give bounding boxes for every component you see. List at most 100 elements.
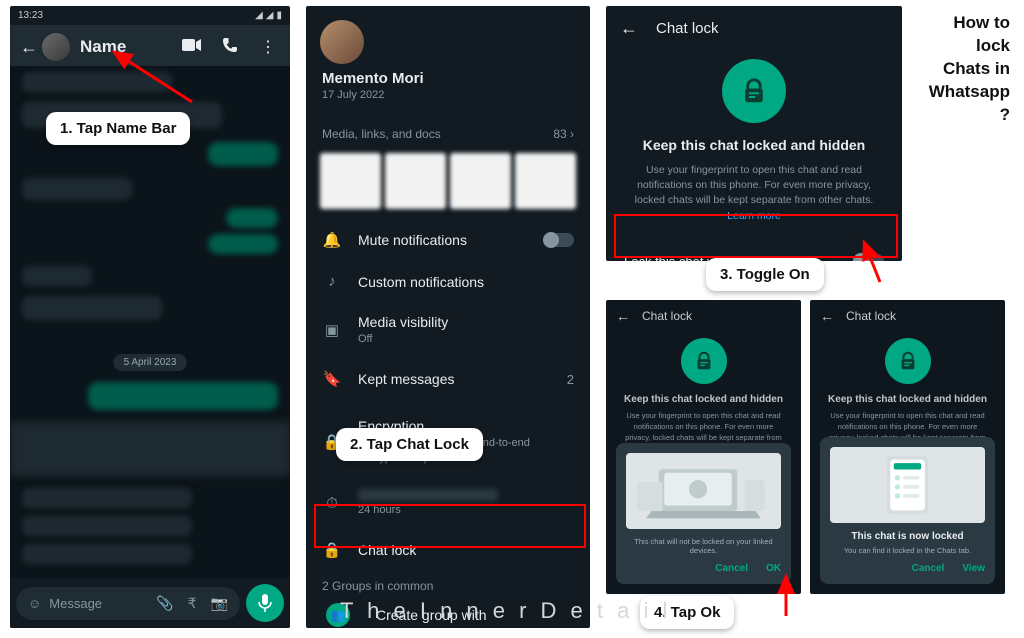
groups-header: 2 Groups in common	[306, 571, 590, 597]
message-input-row: ☺ Message 📎 ₹ 📷	[10, 578, 290, 628]
screen1-chat: 13:23 ◢◢▮ ← Name ⋮ 5 April 2023	[10, 6, 290, 628]
screen3-chatlock: ← Chat lock Keep this chat locked and hi…	[606, 6, 902, 261]
media-label: Media, links, and docs	[322, 127, 441, 141]
voice-call-icon[interactable]	[218, 37, 242, 58]
chatlock-heading: Keep this chat locked and hidden	[622, 137, 886, 153]
chatlock-header: ← Chat lock	[606, 6, 902, 51]
custom-label: Custom notifications	[358, 274, 574, 290]
back-icon[interactable]: ←	[620, 18, 638, 39]
disappearing-sublabel: 24 hours	[358, 503, 574, 517]
padlock-icon: 🔒	[322, 541, 342, 559]
mute-label: Mute notifications	[358, 232, 528, 248]
title-line: How to	[929, 12, 1010, 35]
disappearing-row[interactable]: ⏱ 24 hours	[306, 477, 590, 529]
attach-icon[interactable]: 📎	[156, 595, 173, 612]
mic-button[interactable]	[246, 584, 284, 622]
fingerprint-toggle[interactable]	[854, 254, 884, 261]
screen4b-dialog: ← Chat lock Keep this chat locked and hi…	[810, 300, 1005, 594]
avatar[interactable]	[320, 20, 364, 64]
step2-pill: 2. Tap Chat Lock	[336, 428, 483, 461]
profile-date: 17 July 2022	[306, 89, 590, 115]
mute-toggle[interactable]	[544, 233, 574, 247]
media-count: 83 ›	[553, 127, 574, 141]
dialog-title: This chat is now locked	[830, 531, 985, 542]
cancel-button[interactable]: Cancel	[912, 563, 945, 574]
back-icon[interactable]: ←	[616, 308, 630, 324]
media-grid[interactable]	[320, 153, 576, 209]
dialog-illustration	[830, 447, 985, 523]
image-icon: ▣	[322, 321, 342, 339]
back-icon[interactable]: ←	[20, 37, 38, 58]
kept-label: Kept messages	[358, 371, 551, 387]
media-visibility-row[interactable]: ▣ Media visibility Off	[306, 302, 590, 358]
step1-pill: 1. Tap Name Bar	[46, 112, 190, 145]
media-thumb[interactable]	[515, 153, 576, 209]
date-chip: 5 April 2023	[114, 354, 187, 371]
lock-badge-icon	[722, 59, 786, 123]
bell-icon: 🔔	[322, 231, 342, 249]
screen4a-dialog: ← Chat lock Keep this chat locked and hi…	[606, 300, 801, 594]
screen2-contact-info: Memento Mori 17 July 2022 Media, links, …	[306, 6, 590, 628]
message-placeholder: Message	[49, 596, 102, 611]
chat-header[interactable]: ← Name ⋮	[10, 25, 290, 69]
media-section-header[interactable]: Media, links, and docs 83 ›	[306, 115, 590, 153]
ok-button[interactable]: OK	[766, 563, 781, 574]
media-thumb[interactable]	[385, 153, 446, 209]
dialog-sub: You can find it locked in the Chats tab.	[830, 546, 985, 555]
kept-messages-row[interactable]: 🔖 Kept messages 2	[306, 358, 590, 400]
lock-badge-icon	[681, 338, 727, 384]
chat-lock-row[interactable]: 🔒 Chat lock	[306, 529, 590, 571]
chatlock-title: Chat lock	[846, 309, 896, 323]
title-line: Whatsapp	[929, 81, 1010, 104]
title-line: lock	[929, 35, 1010, 58]
dialog-illustration	[626, 453, 781, 529]
profile-header	[306, 6, 590, 70]
custom-notif-row[interactable]: ♪ Custom notifications	[306, 261, 590, 302]
chatlock-header: ← Chat lock	[606, 300, 801, 332]
status-time: 13:23	[18, 10, 43, 21]
tutorial-canvas: How to lock Chats in Whatsapp ? 13:23 ◢◢…	[0, 0, 1024, 638]
note-icon: ♪	[322, 273, 342, 290]
contact-name[interactable]: Name	[80, 37, 166, 57]
timer-icon: ⏱	[322, 495, 342, 512]
chatlock-heading: Keep this chat locked and hidden	[616, 394, 791, 405]
message-input[interactable]: ☺ Message 📎 ₹ 📷	[16, 587, 240, 620]
media-vis-sublabel: Off	[358, 332, 574, 346]
emoji-icon[interactable]: ☺	[28, 596, 41, 611]
lock-badge-icon	[885, 338, 931, 384]
disappearing-label	[358, 489, 498, 501]
chatlock-description: Use your fingerprint to open this chat a…	[628, 163, 880, 224]
chatlock-header: ← Chat lock	[810, 300, 1005, 332]
locked-confirmation-dialog: This chat is now locked You can find it …	[820, 437, 995, 584]
groups-label: 2 Groups in common	[322, 579, 433, 593]
media-thumb[interactable]	[450, 153, 511, 209]
bookmark-icon: 🔖	[322, 370, 342, 388]
kept-count: 2	[567, 372, 574, 387]
media-thumb[interactable]	[320, 153, 381, 209]
learn-more-link[interactable]: Learn more	[727, 210, 781, 222]
dialog-sub: This chat will not be locked on your lin…	[626, 537, 781, 555]
status-bar: 13:23 ◢◢▮	[10, 6, 290, 25]
more-icon[interactable]: ⋮	[256, 37, 280, 57]
cancel-button[interactable]: Cancel	[715, 563, 748, 574]
chatlock-label: Chat lock	[358, 542, 574, 558]
media-vis-label: Media visibility	[358, 314, 574, 330]
watermark: T h e I n n e r D e t a i l	[340, 598, 671, 624]
rupee-icon[interactable]: ₹	[188, 595, 197, 612]
camera-icon[interactable]: 📷	[211, 595, 228, 612]
chatlock-heading: Keep this chat locked and hidden	[820, 394, 995, 405]
chatlock-title: Chat lock	[656, 20, 719, 37]
video-call-icon[interactable]	[180, 38, 204, 57]
tutorial-title: How to lock Chats in Whatsapp ?	[929, 12, 1010, 127]
status-icons: ◢◢▮	[252, 10, 282, 21]
chatlock-title: Chat lock	[642, 309, 692, 323]
title-line: Chats in	[929, 58, 1010, 81]
back-icon[interactable]: ←	[820, 308, 834, 324]
profile-name: Memento Mori	[306, 70, 590, 89]
step3-pill: 3. Toggle On	[706, 258, 824, 291]
mute-row[interactable]: 🔔 Mute notifications	[306, 219, 590, 261]
title-line: ?	[929, 104, 1010, 127]
linked-devices-dialog: This chat will not be locked on your lin…	[616, 443, 791, 584]
avatar[interactable]	[42, 33, 70, 61]
view-button[interactable]: View	[962, 563, 985, 574]
